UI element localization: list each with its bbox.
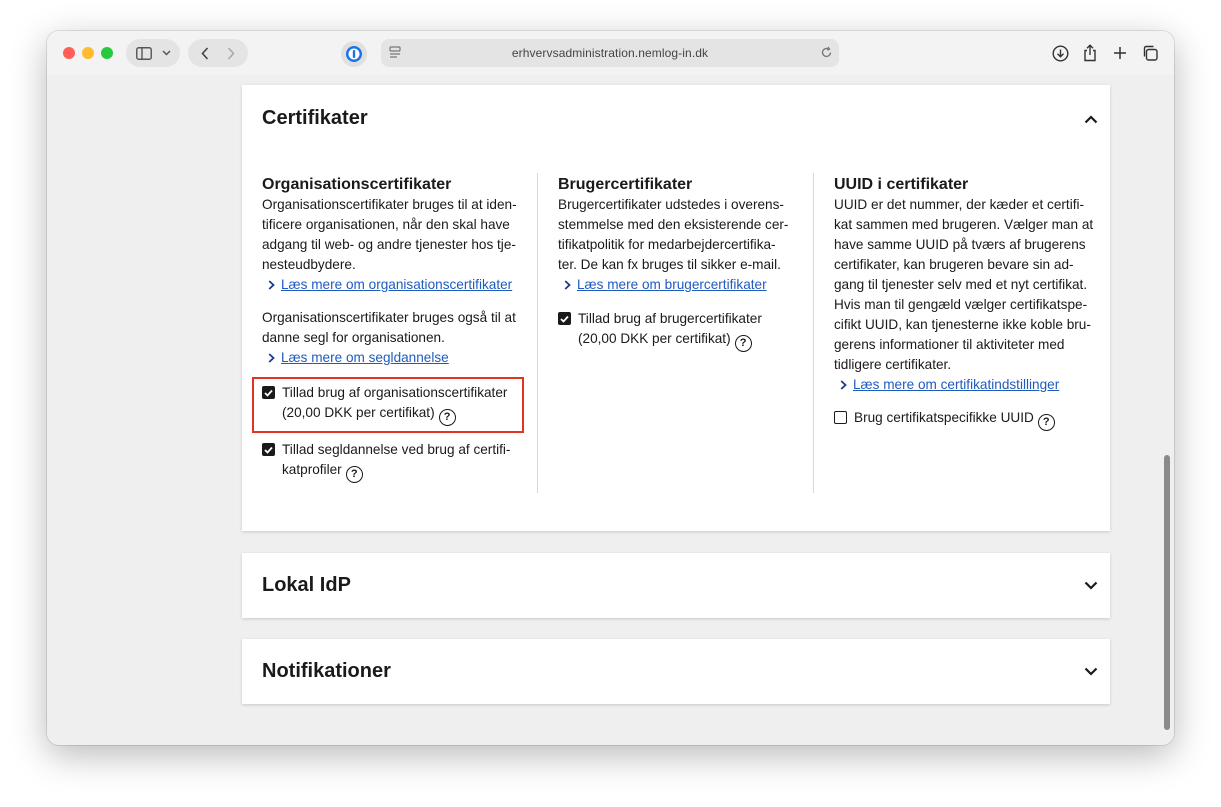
uuid-description: UUID er det nummer, der kæder et certifi… (834, 197, 1094, 372)
checkbox-uuid[interactable]: Brug certifikatspecifikke UUID? (834, 408, 1099, 431)
reload-icon[interactable] (820, 46, 833, 59)
chevron-right-icon (268, 353, 275, 363)
link-row-org: Læs mere om organisationscertifikater (262, 275, 532, 295)
checkbox-unchecked[interactable] (834, 411, 847, 424)
url-text: erhvervsadministration.nemlog-in.dk (511, 46, 709, 60)
checkbox-uuid-text: Brug certifikatspecifikke UUID (854, 410, 1034, 425)
section-title-lokal-idp: Lokal IdP (262, 574, 351, 596)
chevron-up-icon[interactable] (1084, 115, 1098, 124)
chevron-down-icon[interactable] (1084, 667, 1098, 676)
checkbox-bruger-certs[interactable]: Tillad brug af brugercertifikater (20,00… (558, 309, 803, 352)
navigation-buttons (188, 39, 248, 67)
checkbox-bruger-label: Tillad brug af brugercertifikater (20,00… (578, 309, 762, 352)
link-row-segl: Læs mere om segldannelse (262, 348, 532, 368)
checkbox-checked[interactable] (262, 443, 275, 456)
new-tab-button[interactable] (1108, 41, 1132, 65)
section-notifikationer[interactable]: Notifikationer (242, 639, 1110, 704)
help-icon[interactable]: ? (345, 466, 363, 483)
link-org-certs[interactable]: Læs mere om organisationscertifikater (281, 275, 512, 295)
column-uuid: UUID i certifikater UUID er det nummer, … (834, 175, 1099, 431)
close-window-button[interactable] (63, 47, 75, 59)
section-certifikater: Certifikater Organisationscertifikater O… (242, 85, 1110, 531)
plus-icon (1114, 47, 1126, 59)
link-row-bruger: Læs mere om brugercertifikater (558, 275, 803, 295)
link-row-uuid: Læs mere om certifikatindstillinger (834, 375, 1099, 395)
browser-toolbar: erhvervsadministration.nemlog-in.dk (47, 31, 1174, 75)
forward-icon[interactable] (227, 46, 235, 60)
browser-window: erhvervsadministration.nemlog-in.dk Cert… (47, 31, 1174, 745)
sidebar-icon (135, 46, 152, 60)
section-title-certifikater: Certifikater (262, 107, 368, 129)
heading-organisationscertifikater: Organisationscertifikater (262, 176, 452, 193)
checkbox-segldannelse[interactable]: Tillad segldannelse ved brug af certifi-… (262, 440, 532, 483)
help-icon[interactable]: ? (1037, 414, 1055, 431)
heading-brugercertifikater: Brugercertifikater (558, 176, 693, 193)
chevron-right-icon (840, 380, 847, 390)
column-organisationscertifikater: Organisationscertifikater Organisationsc… (262, 175, 532, 483)
password-manager-icon (346, 46, 362, 62)
back-icon[interactable] (201, 46, 209, 60)
chevron-right-icon (564, 280, 571, 290)
checkmark-icon (264, 446, 273, 454)
minimize-window-button[interactable] (82, 47, 94, 59)
help-icon[interactable]: ? (734, 335, 752, 352)
column-divider (813, 173, 814, 493)
scrollbar-thumb[interactable] (1164, 455, 1170, 730)
address-bar[interactable]: erhvervsadministration.nemlog-in.dk (381, 39, 839, 67)
checkbox-segl-label: Tillad segldannelse ved brug af certifi-… (282, 440, 510, 483)
page-content[interactable]: Certifikater Organisationscertifikater O… (47, 75, 1174, 745)
checkbox-segl-text: Tillad segldannelse ved brug af certifi-… (282, 442, 511, 477)
section-title-notifikationer: Notifikationer (262, 660, 391, 682)
chevron-down-icon (161, 50, 171, 56)
zoom-window-button[interactable] (101, 47, 113, 59)
chevron-right-icon (268, 280, 275, 290)
tabs-icon (1143, 45, 1158, 61)
downloads-button[interactable] (1048, 41, 1072, 65)
link-segldannelse[interactable]: Læs mere om segldannelse (281, 348, 449, 368)
sidebar-toggle-button[interactable] (126, 39, 180, 67)
org-segl-description: Organisationscertifikater bruges også ti… (262, 310, 516, 345)
toolbar-right-tools (1048, 40, 1162, 66)
download-icon (1051, 44, 1069, 62)
tab-overview-button[interactable] (1138, 41, 1162, 65)
link-certifikatindstillinger[interactable]: Læs mere om certifikatindstillinger (853, 375, 1059, 395)
org-description: Organisationscertifikater bruges til at … (262, 197, 517, 272)
heading-uuid: UUID i certifikater (834, 176, 969, 193)
section-lokal-idp[interactable]: Lokal IdP (242, 553, 1110, 618)
column-brugercertifikater: Brugercertifikater Brugercertifikater ud… (558, 175, 803, 352)
share-icon (1084, 44, 1096, 62)
link-bruger-certs[interactable]: Læs mere om brugercertifikater (577, 275, 767, 295)
checkmark-icon (560, 315, 569, 323)
highlight-box (252, 377, 524, 433)
checkbox-uuid-label: Brug certifikatspecifikke UUID? (854, 408, 1055, 431)
password-manager-button[interactable] (341, 41, 367, 67)
column-divider (537, 173, 538, 493)
checkbox-checked[interactable] (558, 312, 571, 325)
share-button[interactable] (1078, 41, 1102, 65)
chevron-down-icon[interactable] (1084, 581, 1098, 590)
bruger-description: Brugercertifikater udstedes i overens- s… (558, 197, 789, 272)
